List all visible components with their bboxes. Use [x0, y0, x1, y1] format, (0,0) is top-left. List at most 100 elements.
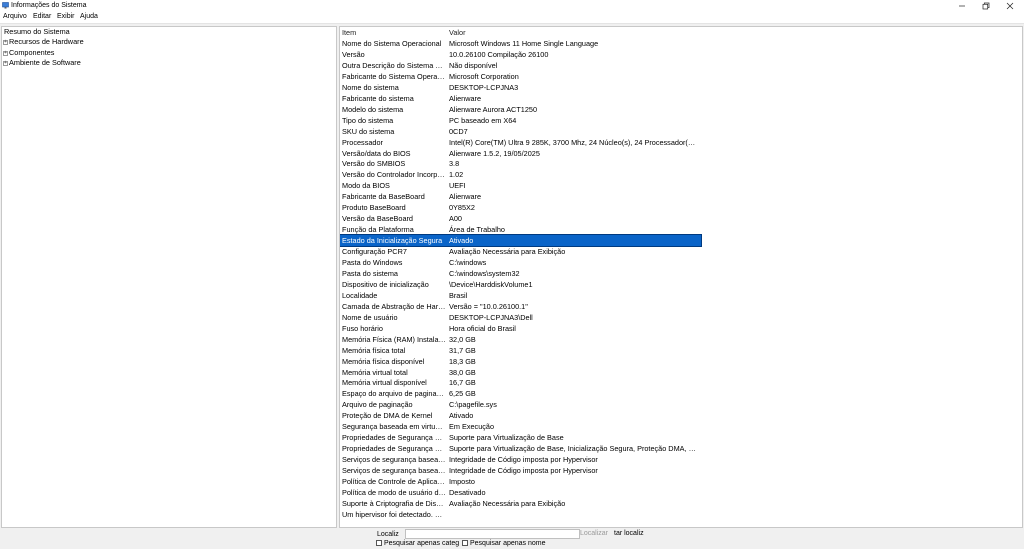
table-row[interactable]: Política de modo de usuário do... Desativ…	[340, 487, 701, 498]
cell-value: C:\windows	[449, 258, 487, 267]
table-row[interactable]: Serviços de segurança baseada ... Integri…	[340, 454, 701, 465]
cell-item: Configuração PCR7	[342, 247, 407, 257]
cell-value: Alienware	[449, 93, 482, 103]
table-row[interactable]: Versão 10.0.26100 Compilação 26100	[340, 49, 701, 60]
table-row[interactable]: Memória virtual disponível 16,7 GB	[340, 377, 701, 388]
tree-item-system-summary[interactable]: Resumo do Sistema	[4, 27, 70, 37]
table-row[interactable]: Política de Controle de Aplicati... Impos…	[340, 476, 701, 487]
table-row[interactable]: Pasta do Windows C:\windows	[340, 257, 701, 268]
table-row[interactable]: Nome de usuário DESKTOP-LCPJNA3\Dell	[340, 312, 701, 323]
cell-item: Nome do sistema	[342, 82, 399, 92]
table-row[interactable]: Memória Física (RAM) Instalada 32,0 GB	[340, 334, 701, 345]
table-row[interactable]: Serviços de segurança baseada ... Integri…	[340, 465, 701, 476]
cell-item: Tipo do sistema	[342, 115, 394, 125]
find-button[interactable]: Localizar	[580, 529, 608, 538]
table-row[interactable]: Modelo do sistema Alienware Aurora ACT125…	[340, 104, 701, 115]
tree-item-label: Recursos de Hardware	[9, 37, 84, 46]
table-row[interactable]: Outra Descrição do Sistema Op... Não disp…	[340, 60, 701, 71]
table-row[interactable]: Camada de Abstração de Hard... Versão = "…	[340, 301, 701, 312]
search-selected-category-checkbox[interactable]: Pesquisar apenas categ	[376, 540, 459, 547]
minimize-icon	[959, 5, 965, 7]
cell-item: Espaço do arquivo de paginação	[342, 389, 446, 399]
table-row[interactable]: Nome do sistema DESKTOP-LCPJNA3	[340, 82, 701, 93]
menu-editar[interactable]: Editar	[33, 13, 51, 20]
search-category-names-checkbox[interactable]: Pesquisar apenas nome	[462, 540, 546, 547]
minimize-button[interactable]	[951, 0, 973, 12]
checkbox-label: Pesquisar apenas categ	[384, 540, 460, 547]
table-row[interactable]: Arquivo de paginação C:\pagefile.sys	[340, 399, 701, 410]
table-row[interactable]: Estado da Inicialização Segura Ativado	[340, 234, 702, 248]
cell-item: Arquivo de paginação	[342, 400, 413, 410]
table-row[interactable]: Tipo do sistema PC baseado em X64	[340, 115, 701, 126]
cell-value: Integridade de Código imposta por Hyperv…	[449, 466, 598, 476]
close-find-button[interactable]: tar localiz	[614, 529, 644, 538]
expand-icon[interactable]: +	[3, 50, 8, 56]
cell-item: Versão	[342, 49, 365, 59]
table-row[interactable]: Propriedades de Segurança Ob... Suporte p…	[340, 432, 701, 443]
cell-value: Não disponível	[449, 60, 498, 70]
menu-ajuda[interactable]: Ajuda	[80, 13, 98, 20]
tree-item-hardware-resources[interactable]: + Recursos de Hardware	[3, 37, 84, 47]
table-row[interactable]: Modo da BIOS UEFI	[340, 180, 701, 191]
cell-value: Microsoft Corporation	[449, 71, 519, 81]
cell-value: 16,7 GB	[449, 378, 476, 388]
table-row[interactable]: Segurança baseada em virtualiz... Em Exec…	[340, 421, 701, 432]
table-row[interactable]: Versão/data do BIOS Alienware 1.5.2, 19/0…	[340, 148, 701, 159]
table-row[interactable]: Memória física disponível 18,3 GB	[340, 356, 701, 367]
cell-value: Avaliação Necessária para Exibição	[449, 247, 566, 257]
table-row[interactable]: Espaço do arquivo de paginação 6,25 GB	[340, 388, 701, 399]
table-row[interactable]: Processador Intel(R) Core(TM) Ultra 9 285…	[340, 137, 701, 148]
table-row[interactable]: Fabricante do Sistema Operaci... Microsof…	[340, 71, 701, 82]
table-row[interactable]: Fuso horário Hora oficial do Brasil	[340, 323, 701, 334]
table-row[interactable]: Proteção de DMA de Kernel Ativado	[340, 410, 701, 421]
system-information-icon	[2, 2, 9, 9]
tree-item-software-environment[interactable]: + Ambiente de Software	[3, 58, 81, 68]
tree-item-label: Resumo do Sistema	[4, 27, 70, 36]
table-row[interactable]: Configuração PCR7 Avaliação Necessária pa…	[340, 246, 701, 257]
table-row[interactable]: Função da Plataforma Área de Trabalho	[340, 224, 701, 235]
find-input[interactable]	[405, 529, 580, 539]
restore-button[interactable]	[975, 0, 997, 12]
expand-icon[interactable]: +	[3, 39, 8, 45]
cell-value: PC baseado em X64	[449, 115, 517, 125]
table-row[interactable]: Produto BaseBoard 0Y85X2	[340, 202, 701, 213]
table-row[interactable]: Fabricante do sistema Alienware	[340, 93, 701, 104]
cell-value: Brasil	[449, 290, 468, 300]
menu-exibir[interactable]: Exibir	[57, 13, 75, 20]
table-row[interactable]: Suporte à Criptografia de Disp... Avaliaç…	[340, 498, 701, 509]
table-row[interactable]: Versão do SMBIOS 3.8	[340, 158, 701, 169]
table-row[interactable]: Versão da BaseBoard A00	[340, 213, 701, 224]
table-row[interactable]: Localidade Brasil	[340, 290, 701, 301]
cell-item: Estado da Inicialização Segura	[342, 236, 443, 246]
cell-value: Alienware Aurora ACT1250	[449, 104, 538, 114]
menu-arquivo[interactable]: Arquivo	[3, 13, 27, 20]
cell-item: Nome de usuário	[342, 312, 398, 322]
cell-value: A00	[449, 214, 462, 224]
table-row[interactable]: Memória virtual total 38,0 GB	[340, 367, 701, 378]
expand-icon[interactable]: +	[3, 60, 8, 66]
column-header-item[interactable]: Item	[342, 27, 356, 38]
table-row[interactable]: Pasta do sistema C:\windows\system32	[340, 268, 701, 279]
cell-value: C:\windows\system32	[449, 268, 520, 278]
table-row[interactable]: Dispositivo de inicialização \Device\Hard…	[340, 279, 701, 290]
cell-item: Proteção de DMA de Kernel	[342, 411, 433, 421]
cell-value: 38,0 GB	[449, 367, 476, 377]
column-header-value[interactable]: Valor	[449, 27, 466, 38]
cell-item: Função da Plataforma	[342, 225, 414, 235]
title-bar: Informações do Sistema	[0, 0, 1024, 12]
cell-item: Versão do SMBIOS	[342, 159, 406, 169]
cell-item: Um hipervisor foi detectado. Re...	[342, 509, 446, 519]
checkbox-icon	[376, 540, 382, 547]
table-row[interactable]: Propriedades de Segurança Dis... Suporte …	[340, 443, 701, 454]
details-list[interactable]: Item Valor Nome do Sistema Operacional Mi…	[339, 26, 1023, 528]
cell-item: Propriedades de Segurança Dis...	[342, 444, 446, 454]
close-button[interactable]	[999, 0, 1021, 12]
table-row[interactable]: SKU do sistema 0CD7	[340, 126, 701, 137]
tree-item-components[interactable]: + Componentes	[3, 48, 54, 58]
table-row[interactable]: Nome do Sistema Operacional Microsoft Win…	[340, 38, 701, 49]
category-tree[interactable]: Resumo do Sistema + Recursos de Hardware …	[1, 26, 337, 528]
table-row[interactable]: Memória física total 31,7 GB	[340, 345, 701, 356]
table-row[interactable]: Fabricante da BaseBoard Alienware	[340, 191, 701, 202]
table-row[interactable]: Um hipervisor foi detectado. Re...	[340, 509, 701, 520]
table-row[interactable]: Versão do Controlador Incorpo... 1.02	[340, 169, 701, 180]
